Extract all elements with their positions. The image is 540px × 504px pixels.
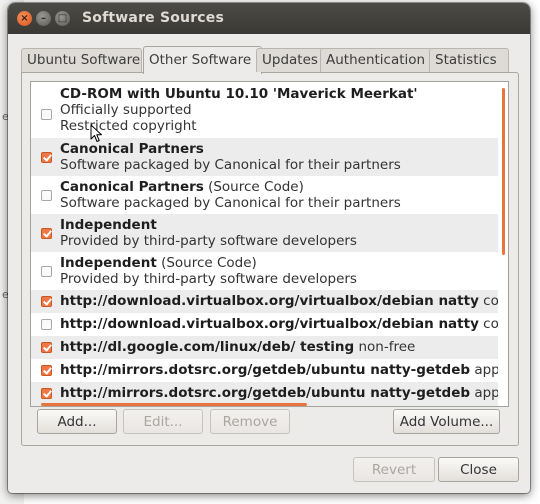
add-source-button[interactable]: Add...: [37, 409, 117, 434]
source-row[interactable]: Independent (Source Code) Provided by th…: [31, 252, 498, 290]
source-description: Software packaged by Canonical for their…: [60, 195, 401, 211]
source-suffix: apps (Sou: [474, 385, 498, 401]
source-row[interactable]: http://dl.google.com/linux/deb/ testing …: [31, 336, 498, 359]
source-checkbox[interactable]: [41, 296, 52, 307]
vertical-scrollbar[interactable]: [500, 82, 508, 406]
mouse-pointer-icon: [90, 124, 102, 142]
window-title: Software Sources: [82, 10, 225, 26]
source-suffix: contrib (S: [483, 316, 498, 332]
source-checkbox[interactable]: [41, 266, 52, 277]
software-sources-window: × – □ Software Sources Ubuntu Software O…: [8, 3, 530, 493]
source-title: http://mirrors.dotsrc.org/getdeb/ubuntu …: [60, 362, 471, 378]
source-checkbox[interactable]: [41, 190, 52, 201]
source-suffix: (Source Code): [203, 179, 304, 195]
source-description: Software packaged by Canonical for their…: [60, 157, 401, 173]
source-suffix: (Source Code): [156, 255, 257, 271]
source-title: Independent: [60, 255, 157, 271]
tab-ubuntu-software[interactable]: Ubuntu Software: [21, 48, 142, 72]
close-window-icon[interactable]: ×: [17, 11, 32, 26]
tab-updates[interactable]: Updates: [256, 48, 326, 72]
source-title: Canonical Partners: [60, 141, 204, 157]
maximize-window-icon[interactable]: □: [55, 11, 70, 26]
source-description: Officially supported: [60, 102, 192, 118]
source-title: http://mirrors.dotsrc.org/getdeb/ubuntu …: [60, 385, 471, 401]
remove-source-button[interactable]: Remove: [210, 409, 290, 434]
source-title: http://dl.google.com/linux/deb/ testing: [60, 339, 355, 355]
source-suffix: non-free: [354, 339, 416, 355]
source-suffix: apps: [474, 362, 498, 378]
source-title: Independent: [60, 217, 157, 233]
source-checkbox[interactable]: [41, 228, 52, 239]
source-row[interactable]: http://download.virtualbox.org/virtualbo…: [31, 313, 498, 336]
close-button[interactable]: Close: [438, 457, 519, 482]
source-title: http://download.virtualbox.org/virtualbo…: [60, 293, 479, 309]
source-row[interactable]: Canonical Partners (Source Code) Softwar…: [31, 176, 498, 214]
source-description: Provided by third-party software develop…: [60, 233, 357, 249]
vertical-scrollbar-thumb[interactable]: [502, 88, 505, 255]
minimize-window-icon[interactable]: –: [36, 11, 51, 26]
tab-statistics[interactable]: Statistics: [429, 48, 509, 72]
source-title: CD-ROM with Ubuntu 10.10 'Maverick Meerk…: [60, 86, 418, 102]
source-checkbox[interactable]: [41, 388, 52, 399]
horizontal-scrollbar-thumb[interactable]: [41, 403, 307, 406]
source-checkbox[interactable]: [41, 342, 52, 353]
source-checkbox[interactable]: [41, 365, 52, 376]
edit-source-button[interactable]: Edit...: [123, 409, 203, 434]
title-bar[interactable]: × – □ Software Sources: [8, 3, 530, 34]
source-description: Restricted copyright: [60, 118, 197, 134]
source-description: Provided by third-party software develop…: [60, 271, 357, 287]
tab-authentication[interactable]: Authentication: [320, 48, 435, 72]
source-row[interactable]: Independent Provided by third-party soft…: [31, 214, 498, 252]
source-checkbox[interactable]: [41, 319, 52, 330]
add-volume-button[interactable]: Add Volume...: [393, 409, 500, 434]
source-row[interactable]: http://mirrors.dotsrc.org/getdeb/ubuntu …: [31, 359, 498, 382]
source-suffix: contrib: [483, 293, 498, 309]
source-title: http://download.virtualbox.org/virtualbo…: [60, 316, 479, 332]
source-row[interactable]: http://download.virtualbox.org/virtualbo…: [31, 290, 498, 313]
source-checkbox[interactable]: [41, 109, 52, 120]
revert-button[interactable]: Revert: [353, 457, 435, 482]
tab-other-software[interactable]: Other Software: [143, 46, 262, 74]
source-title: Canonical Partners: [60, 179, 204, 195]
source-checkbox[interactable]: [41, 152, 52, 163]
